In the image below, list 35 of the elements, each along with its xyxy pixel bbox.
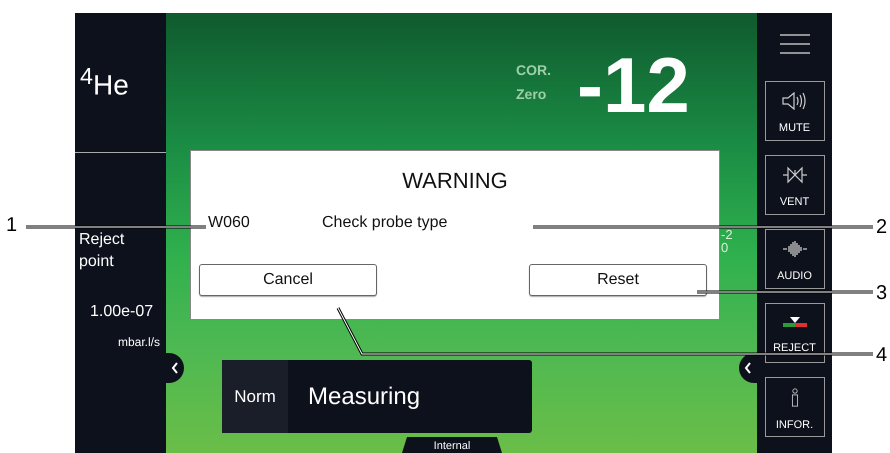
dialog-title: WARNING bbox=[401, 168, 509, 194]
correction-value: -12 bbox=[577, 46, 690, 124]
warning-code: W060 bbox=[208, 214, 251, 232]
vent-button[interactable]: VENT bbox=[764, 155, 824, 215]
audio-button[interactable]: AUDIO bbox=[764, 229, 824, 289]
partial-value: -2 bbox=[721, 228, 733, 241]
sound-wave-icon bbox=[782, 240, 808, 258]
reject-point-label: Reject point bbox=[78, 230, 126, 272]
collapse-tab[interactable] bbox=[739, 353, 757, 383]
gas-label: $^{4}$He bbox=[79, 62, 130, 102]
bottom-tab[interactable]: Internal bbox=[402, 437, 502, 453]
info-button[interactable]: INFOR. bbox=[764, 377, 824, 437]
zero-label: Zero bbox=[516, 86, 548, 102]
callout-number: 1 bbox=[6, 213, 18, 237]
callout-number: 3 bbox=[876, 281, 888, 305]
chevron-left-icon bbox=[171, 362, 179, 374]
cancel-button[interactable]: Cancel bbox=[199, 264, 377, 296]
mode-label: Norm bbox=[222, 360, 288, 433]
reject-point-value: 1.00e-07 bbox=[89, 303, 154, 321]
reset-button[interactable]: Reset bbox=[529, 264, 707, 296]
collapse-tab[interactable] bbox=[166, 353, 184, 383]
reject-level-icon bbox=[782, 314, 808, 330]
speaker-icon bbox=[782, 92, 808, 110]
partial-value: 0 bbox=[721, 241, 730, 254]
callout-number: 4 bbox=[876, 343, 888, 367]
correction-label: COR. bbox=[516, 62, 551, 78]
valve-icon bbox=[782, 166, 808, 184]
reject-button[interactable]: REJECT bbox=[764, 303, 824, 363]
callout-number: 2 bbox=[876, 215, 888, 239]
state-label: Measuring bbox=[307, 382, 420, 412]
mute-button[interactable]: MUTE bbox=[764, 81, 824, 141]
reject-point-unit: mbar.l/s bbox=[118, 335, 161, 349]
warning-message: Check probe type bbox=[322, 214, 448, 232]
menu-icon[interactable] bbox=[780, 34, 810, 54]
chevron-left-icon bbox=[744, 362, 752, 374]
